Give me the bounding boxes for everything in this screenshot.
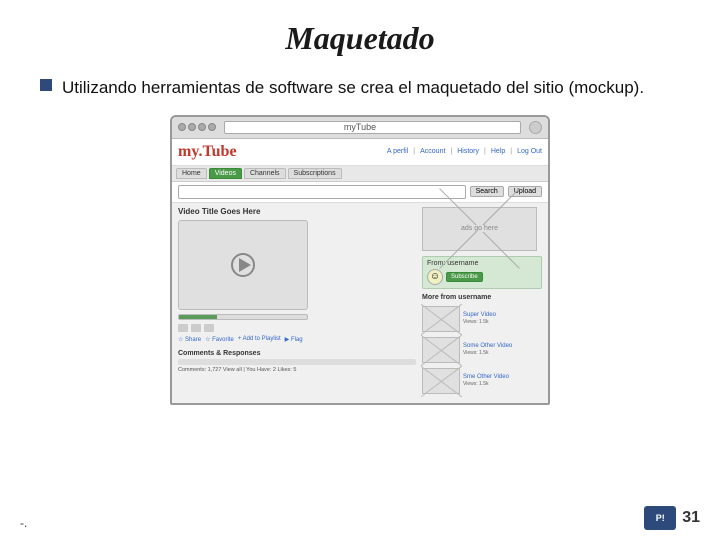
page-number: 31 [682,509,700,527]
page-logo-text: P! [656,513,665,523]
tab-subscriptions[interactable]: Subscriptions [288,168,342,179]
related-views-3: Views: 1.5k [463,381,509,387]
slide-title: Maquetado [40,20,680,57]
more-from-label: More from username [422,294,542,301]
slide-number-bottom: -. [20,516,27,530]
video-progress-fill [179,315,217,319]
related-thumb-1[interactable] [422,306,460,332]
related-views-2: Views: 1.5k [463,350,512,356]
user-card: From: username ☺ Subscribe [422,256,542,289]
ctrl-stop-btn[interactable] [191,324,201,332]
browser-mockup: myTube my.Tube A perfil | Account | Hist… [170,115,550,405]
nav-item-history[interactable]: History [457,148,479,155]
related-info-1: Super Video Views: 1.5k [463,312,496,325]
video-player[interactable] [178,220,308,310]
browser-close-btn [178,123,186,131]
related-title-3[interactable]: Sme Other Video [463,374,509,380]
video-controls-row [178,324,416,332]
site-nav: A perfil | Account | History | Help | Lo… [387,148,542,155]
playlist-link[interactable]: + Add to Playlist [238,336,281,343]
site-logo: my.Tube [178,143,237,161]
browser-back-btn [198,123,206,131]
search-button[interactable]: Search [470,186,504,197]
tab-home[interactable]: Home [176,168,207,179]
related-thumb-2[interactable] [422,337,460,363]
tab-videos[interactable]: Videos [209,168,242,179]
related-title-2[interactable]: Some Other Video [463,343,512,349]
bullet-icon [40,79,52,91]
flag-link[interactable]: ▶ Flag [285,336,303,343]
nav-item-account[interactable]: Account [420,148,445,155]
related-video-2: Some Other Video Views: 1.5k [422,337,542,363]
share-link[interactable]: ☆ Share [178,336,201,343]
slide-container: Maquetado Utilizando herramientas de sof… [0,0,720,540]
play-triangle-icon [239,258,251,272]
slide-bottom: P! 31 [644,506,700,530]
video-title: Video Title Goes Here [178,207,416,216]
sidebar-section: ads go here From: username ☺ Subscribe M… [422,207,542,394]
related-video-3: Sme Other Video Views: 1.5k [422,368,542,394]
video-section: Video Title Goes Here ☆ Share ☆ Fa [178,207,416,394]
nav-sep: | [413,148,415,155]
subscribe-button[interactable]: Subscribe [446,272,483,282]
browser-fwd-btn [208,123,216,131]
bullet-section: Utilizando herramientas de software se c… [40,75,680,101]
browser-search-icon [529,121,542,134]
related-info-3: Sme Other Video Views: 1.5k [463,374,509,387]
related-video-1: Super Video Views: 1.5k [422,306,542,332]
comments-info: Comments: 1,727 View all | You Have: 2 L… [178,367,416,373]
ctrl-vol-btn[interactable] [204,324,214,332]
ads-placeholder: ads go here [422,207,537,251]
related-info-2: Some Other Video Views: 1.5k [463,343,512,356]
nav-sep4: | [510,148,512,155]
browser-title-text: myTube [344,122,376,132]
bullet-text: Utilizando herramientas de software se c… [62,75,644,101]
video-progress-bar[interactable] [178,314,308,320]
video-actions-row: ☆ Share ☆ Favorite + Add to Playlist ▶ F… [178,336,416,343]
nav-item-logout[interactable]: Log Out [517,148,542,155]
ctrl-play-btn[interactable] [178,324,188,332]
related-views-1: Views: 1.5k [463,319,496,325]
nav-item-help[interactable]: Help [491,148,505,155]
ads-label: ads go here [459,225,500,232]
site-tabs: Home Videos Channels Subscriptions [172,166,548,182]
nav-item-profile[interactable]: A perfil [387,148,408,155]
nav-sep2: | [450,148,452,155]
comments-bar [178,359,416,365]
site-header: my.Tube A perfil | Account | History | H… [172,139,548,166]
browser-controls [178,123,216,131]
tab-channels[interactable]: Channels [244,168,286,179]
user-avatar-row: ☺ Subscribe [427,269,537,285]
nav-sep3: | [484,148,486,155]
search-input[interactable] [178,185,466,199]
browser-min-btn [188,123,196,131]
browser-titlebar: myTube [172,117,548,139]
page-logo: P! [644,506,676,530]
user-avatar: ☺ [427,269,443,285]
related-title-1[interactable]: Super Video [463,312,496,318]
search-bar: Search Upload [172,182,548,203]
favorite-link[interactable]: ☆ Favorite [205,336,234,343]
comments-section: Comments & Responses Comments: 1,727 Vie… [178,350,416,373]
site-main: Video Title Goes Here ☆ Share ☆ Fa [172,203,548,398]
comments-header: Comments & Responses [178,350,416,357]
related-thumb-3[interactable] [422,368,460,394]
play-button[interactable] [231,253,255,277]
